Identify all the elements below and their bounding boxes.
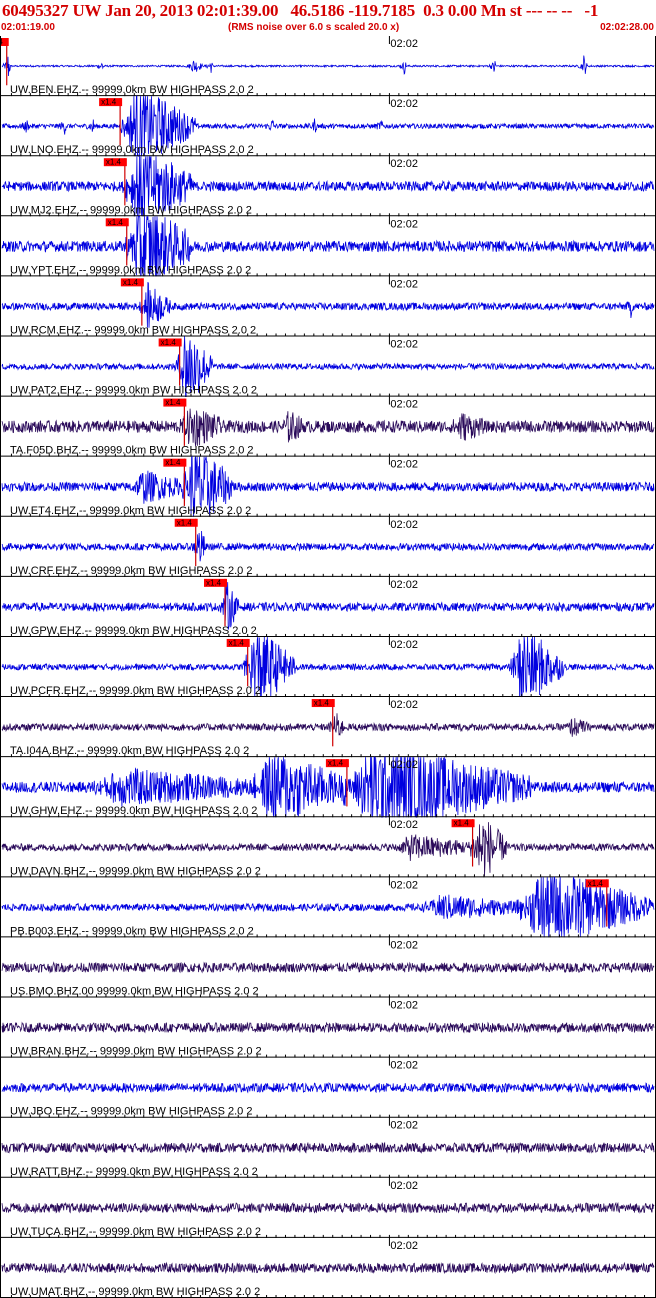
minute-mark-label: 02:02 [390,459,418,471]
waveform-trace [1,713,655,737]
station-label: UW.PCFR.EHZ.-- 99999.0km BW HIGHPASS 2.0… [10,685,261,697]
minute-mark-label: 02:02 [390,939,418,951]
pick-label: x1.4 [123,278,139,287]
station-label: TA.I04A.BHZ.-- 99999.0km BW HIGHPASS 2.0… [10,745,249,757]
minute-mark-label: 02:02 [390,1060,418,1072]
pick-label: x1.4 [161,338,177,347]
station-label: UW.YPT.EHZ.-- 99999.0km BW HIGHPASS 2.0 … [10,264,251,276]
station-label: UW.BEN.EHZ.-- 99999.0km BW HIGHPASS 2.0 … [10,84,254,96]
minute-mark-label: 02:02 [390,1180,418,1192]
station-label: UW.ET4.EHZ.-- 99999.0km BW HIGHPASS 2.0 … [10,505,251,517]
pick-label: x1.4 [101,98,117,107]
pick-label: x1.4 [106,158,122,167]
seismogram-panel: 02:02 UW.BEN.EHZ.-- 99999.0km BW HIGHPASS… [0,36,656,1298]
waveform-trace [1,579,655,630]
waveform-trace [1,55,655,77]
station-label: UW.RCM.EHZ.-- 99999.0km BW HIGHPASS 2.0 … [10,324,256,336]
waveform-trace [1,1021,655,1034]
minute-mark-label: 02:02 [390,399,418,411]
station-label: UW.PAT2.EHZ.-- 99999.0km BW HIGHPASS 2.0… [10,385,257,397]
scale-note: (RMS noise over 6.0 s scaled 20.0 x) [228,22,400,33]
station-label: UW.CRF.EHZ.-- 99999.0km BW HIGHPASS 2.0 … [10,565,252,577]
minute-mark-label: 02:02 [390,879,418,891]
waveform-trace [1,281,655,328]
start-time-label: 02:01:19.00 [1,22,55,33]
station-label: UW.UMAT.BHZ.-- 99999.0km BW HIGHPASS 2.0… [10,1286,260,1298]
station-label: UW.JBO.EHZ.-- 99999.0km BW HIGHPASS 2.0 … [10,1106,252,1118]
minute-mark-label: 02:02 [390,819,418,831]
station-label: UW.MJ2.EHZ.-- 99999.0km BW HIGHPASS 2.0 … [10,204,252,216]
minute-mark-label: 02:02 [390,278,418,290]
minute-mark-label: 02:02 [390,1000,418,1012]
minute-mark-label: 02:02 [390,639,418,651]
station-label: UW.LNO.EHZ.-- 99999.0km BW HIGHPASS 2.0 … [10,144,254,156]
pick-label: x1.4 [165,458,181,467]
pick-label: x1.4 [328,759,344,768]
end-time-label: 02:02:28.00 [600,22,654,33]
pick-label: x1.4 [314,699,330,708]
station-label: TA.F05D.BHZ.-- 99999.0km BW HIGHPASS 2.0… [10,445,254,457]
station-label: UW.DAVN.BHZ.-- 99999.0km BW HIGHPASS 2.0… [10,865,261,877]
minute-mark-label: 02:02 [390,98,418,110]
pick-label: x1.4 [588,879,604,888]
waveform-trace [1,1201,655,1215]
minute-mark-label: 02:02 [390,759,418,771]
pick-label: x1.4 [229,638,245,647]
minute-mark-label: 02:02 [390,699,418,711]
waveform-trace [1,408,655,447]
pick-label: x1.4 [165,398,181,407]
minute-mark-label: 02:02 [390,38,418,50]
event-title: 60495327 UW Jan 20, 2013 02:01:39.00 46.… [2,1,599,20]
station-label: UW.GPW.EHZ.-- 99999.0km BW HIGHPASS 2.0 … [10,625,257,637]
minute-mark-label: 02:02 [390,338,418,350]
waveform-trace [1,1141,655,1154]
pick-label: x1.4 [177,518,193,527]
minute-mark-label: 02:02 [390,579,418,591]
minute-mark-label: 02:02 [390,519,418,531]
minute-mark-label: 02:02 [390,1240,418,1252]
station-label: UW.GHW.EHZ.-- 99999.0km BW HIGHPASS 2.0 … [10,805,257,817]
station-label: US.BMO.BHZ.00 99999.0km BW HIGHPASS 2.0 … [10,986,259,998]
plot-header: 60495327 UW Jan 20, 2013 02:01:39.00 46.… [0,0,656,36]
waveform-trace [1,1081,655,1094]
station-label: PB.B003.EHZ.-- 99999.0km BW HIGHPASS 2.0… [10,925,254,937]
minute-mark-label: 02:02 [390,218,418,230]
pick-label: x1.4 [206,578,222,587]
waveform-trace [1,530,655,562]
station-label: UW.TUCA.BHZ.-- 99999.0km BW HIGHPASS 2.0… [10,1226,261,1238]
pick-label: x1.4 [108,218,124,227]
station-label: UW.RATT.BHZ.-- 99999.0km BW HIGHPASS 2.0… [10,1166,258,1178]
waveform-trace [1,961,655,974]
minute-mark-label: 02:02 [390,158,418,170]
waveform-trace [1,1261,655,1275]
minute-mark-label: 02:02 [390,1120,418,1132]
station-label: UW.BRAN.BHZ.-- 99999.0km BW HIGHPASS 2.0… [10,1046,262,1058]
pick-label: x1.4 [454,819,470,828]
